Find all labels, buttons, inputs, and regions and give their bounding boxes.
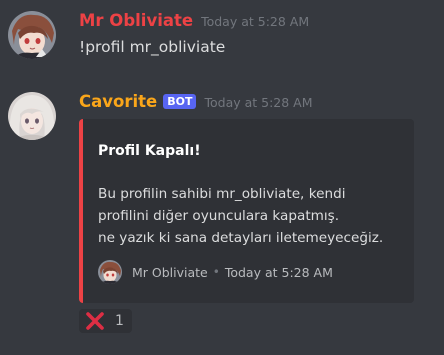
anime-avatar-icon	[8, 92, 56, 140]
footer-avatar-icon	[98, 260, 122, 284]
footer-timestamp: Today at 5:28 AM	[224, 264, 333, 280]
reaction-count: 1	[115, 313, 124, 329]
message-header: Mr Obliviate Today at 5:28 AM	[79, 11, 309, 30]
embed-description-line: Bu profilin sahibi mr_obliviate, kendi	[98, 186, 346, 202]
username[interactable]: Mr Obliviate	[79, 11, 193, 30]
reaction-button[interactable]: 1	[79, 309, 132, 333]
chat-area: Mr Obliviate Today at 5:28 AM !profil mr…	[0, 0, 444, 355]
embed: Profil Kapalı! Bu profilin sahibi mr_obl…	[79, 119, 414, 303]
timestamp: Today at 5:28 AM	[201, 14, 310, 29]
username[interactable]: Cavorite	[79, 92, 157, 111]
timestamp: Today at 5:28 AM	[204, 95, 313, 110]
message-content: !profil mr_obliviate	[79, 38, 226, 56]
footer-separator: •	[212, 265, 220, 279]
embed-description: Bu profilin sahibi mr_obliviate, kendi p…	[98, 183, 383, 249]
embed-title: Profil Kapalı!	[98, 143, 201, 159]
message-header: Cavorite BOT Today at 5:28 AM	[79, 92, 313, 111]
bot-badge: BOT	[163, 94, 197, 109]
avatar-cavorite[interactable]	[8, 92, 56, 140]
avatar-mr-obliviate[interactable]	[8, 11, 56, 59]
embed-description-line: ne yazık ki sana detayları iletemeyeceği…	[98, 230, 384, 246]
cross-mark-icon	[85, 311, 105, 331]
embed-footer: Mr Obliviate • Today at 5:28 AM	[98, 260, 333, 284]
footer-author: Mr Obliviate	[132, 264, 208, 280]
anime-avatar-icon	[8, 11, 56, 59]
embed-description-line: profilini diğer oyunculara kapatmış.	[98, 208, 340, 224]
